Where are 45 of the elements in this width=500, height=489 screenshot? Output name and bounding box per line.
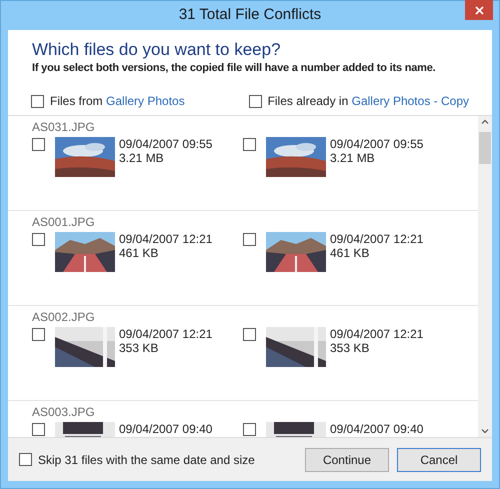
checkbox[interactable] bbox=[19, 453, 32, 466]
file-size: 3.21 MB bbox=[119, 151, 165, 165]
scroll-up-icon[interactable] bbox=[481, 119, 489, 124]
link[interactable]: Gallery Photos bbox=[106, 94, 185, 108]
file-date: 09/04/2007 12:21 bbox=[330, 232, 424, 246]
file-size: 3.21 MB bbox=[330, 151, 376, 165]
close-icon bbox=[474, 6, 484, 14]
dialog-subtitle: If you select both versions, the copied file will have a number added to its name. bbox=[32, 61, 437, 75]
file-date: 09/04/2007 09:55 bbox=[119, 137, 212, 151]
dialog-heading: Which files do you want to keep? bbox=[32, 39, 282, 61]
file-date: 09/04/2007 12:21 bbox=[119, 232, 212, 246]
dialog-button[interactable]: Cancel bbox=[397, 448, 481, 472]
checkbox[interactable] bbox=[31, 94, 44, 108]
scrollbar[interactable] bbox=[478, 116, 492, 437]
file-name: AS001.JPG bbox=[32, 214, 96, 230]
checkbox-label: Files from Gallery Photos bbox=[50, 93, 185, 110]
file-date: 09/04/2007 12:21 bbox=[119, 327, 212, 341]
file-date: 09/04/2007 09:55 bbox=[330, 137, 424, 151]
file-name: AS002.JPG bbox=[32, 309, 96, 325]
checkbox[interactable] bbox=[32, 233, 45, 246]
checkbox[interactable] bbox=[243, 138, 256, 151]
checkbox[interactable] bbox=[243, 233, 256, 246]
scrollbar-thumb[interactable] bbox=[479, 132, 491, 164]
file-size: 461 KB bbox=[119, 246, 160, 260]
file-date: 09/04/2007 09:40 bbox=[330, 422, 424, 436]
file-size: 353 KB bbox=[119, 341, 160, 355]
checkbox[interactable] bbox=[243, 423, 256, 436]
checkbox-label: Skip 31 files with the same date and size bbox=[38, 452, 255, 468]
scroll-down-icon[interactable] bbox=[481, 429, 489, 434]
file-size: 353 KB bbox=[330, 341, 370, 355]
close-button[interactable] bbox=[465, 0, 493, 20]
file-date: 09/04/2007 09:40 bbox=[119, 422, 212, 436]
checkbox[interactable] bbox=[243, 328, 256, 341]
file-name: AS031.JPG bbox=[32, 119, 96, 135]
checkbox[interactable] bbox=[248, 94, 262, 108]
file-size: 461 KB bbox=[330, 246, 370, 260]
checkbox-label: Files already in Gallery Photos - Copy bbox=[268, 93, 469, 110]
window-title: 31 Total File Conflicts bbox=[178, 5, 322, 26]
checkbox[interactable] bbox=[32, 423, 45, 436]
file-date: 09/04/2007 12:21 bbox=[330, 327, 424, 341]
checkbox[interactable] bbox=[32, 138, 45, 151]
checkbox[interactable] bbox=[32, 328, 45, 341]
dialog-button[interactable]: Continue bbox=[305, 448, 389, 472]
file-name: AS003.JPG bbox=[32, 404, 96, 420]
link[interactable]: Gallery Photos - Copy bbox=[352, 94, 469, 108]
